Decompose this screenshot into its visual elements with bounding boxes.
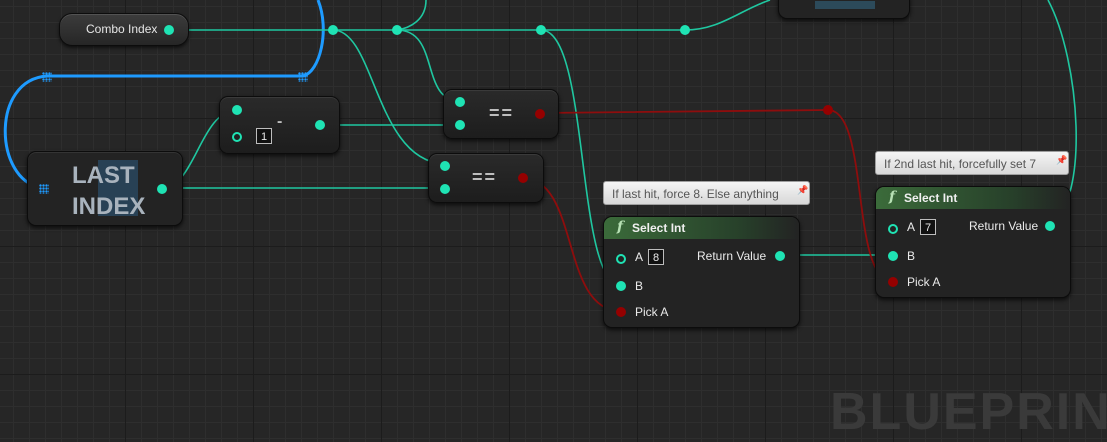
reroute-knot-bool xyxy=(823,105,833,115)
select-int-2-pin-b[interactable] xyxy=(888,251,898,261)
select-int-node-1[interactable]: f Select Int A 8 Return Value B Pick A xyxy=(603,216,800,328)
select-int-2-return-label: Return Value xyxy=(969,219,1039,233)
select-int-1-comment-text: If last hit, force 8. Else anything xyxy=(612,187,779,201)
select-int-1-pick-a-pin[interactable] xyxy=(616,307,626,317)
select-int-2-pick-a-pin[interactable] xyxy=(888,277,898,287)
reroute-knot-2 xyxy=(392,25,402,35)
select-int-1-pin-a-value[interactable]: 8 xyxy=(648,249,664,265)
select-int-1-pin-b[interactable] xyxy=(616,281,626,291)
select-int-1-pin-a[interactable] xyxy=(616,254,626,264)
equal1-input-b-pin[interactable] xyxy=(455,120,465,130)
select-int-2-title: Select Int xyxy=(904,191,958,205)
last-index-output-pin[interactable] xyxy=(157,184,167,194)
equal2-output-pin[interactable] xyxy=(518,173,528,183)
last-index-exec-icon xyxy=(39,184,49,194)
select-int-1-comment[interactable]: If last hit, force 8. Else anything 📌 xyxy=(603,181,810,205)
select-int-node-2[interactable]: f Select Int A 7 Return Value B Pick A xyxy=(875,186,1071,298)
select-int-1-pin-b-label: B xyxy=(635,279,644,293)
equal-node-2[interactable]: == xyxy=(428,153,544,203)
subtract-node[interactable]: 1 - xyxy=(219,96,340,154)
combo-index-label: Combo Index xyxy=(86,22,158,36)
equal2-operator: == xyxy=(472,167,498,187)
select-int-2-header: f Select Int xyxy=(876,187,1070,209)
equal-node-1[interactable]: == xyxy=(443,89,559,139)
wire-combo-eq2 xyxy=(332,29,445,165)
subtract-input-b-pin[interactable] xyxy=(232,132,242,142)
select-int-1-title: Select Int xyxy=(632,221,686,235)
select-int-2-pick-a-label: Pick A xyxy=(907,275,941,289)
select-int-2-pin-b-label: B xyxy=(907,249,916,263)
equal2-input-a-pin[interactable] xyxy=(440,161,450,171)
select-int-2-comment-text: If 2nd last hit, forcefully set 7 xyxy=(884,157,1037,171)
subtract-input-a-pin[interactable] xyxy=(232,105,242,115)
blueprint-watermark: BLUEPRINT xyxy=(830,383,1107,441)
reroute-knot-4 xyxy=(680,25,690,35)
comment-pin-icon[interactable]: 📌 xyxy=(1056,155,1067,165)
subtract-b-value[interactable]: 1 xyxy=(256,128,272,144)
select-int-1-header: f Select Int xyxy=(604,217,799,239)
reroute-knot-1 xyxy=(328,25,338,35)
comment-pin-icon[interactable]: 📌 xyxy=(797,185,808,195)
blueprint-graph-canvas[interactable]: Combo Index LAST INDEX 1 - == == If last… xyxy=(0,0,1107,441)
last-index-node[interactable]: LAST INDEX xyxy=(27,151,183,226)
select-int-2-return-pin[interactable] xyxy=(1045,221,1055,231)
select-int-2-pin-a-label: A xyxy=(907,220,916,234)
subtract-output-pin[interactable] xyxy=(315,120,325,130)
equal2-input-b-pin[interactable] xyxy=(440,184,450,194)
select-int-2-pin-a-value[interactable]: 7 xyxy=(920,219,936,235)
equal1-input-a-pin[interactable] xyxy=(455,97,465,107)
select-int-2-comment[interactable]: If 2nd last hit, forcefully set 7 📌 xyxy=(875,151,1069,175)
last-index-label: LAST INDEX xyxy=(72,160,146,222)
exec-reroute-right-icon xyxy=(298,72,308,82)
last-index-label-line2: INDEX xyxy=(72,193,146,220)
subtract-operator: - xyxy=(277,113,285,130)
select-int-1-pick-a-label: Pick A xyxy=(635,305,669,319)
offscreen-node-top-right[interactable] xyxy=(778,0,910,19)
select-int-1-return-pin[interactable] xyxy=(775,251,785,261)
equal1-operator: == xyxy=(489,103,515,123)
function-icon: f xyxy=(617,219,624,235)
exec-reroute-left-icon xyxy=(42,72,52,82)
reroute-knot-3 xyxy=(536,25,546,35)
wire-combo-main xyxy=(168,0,771,31)
select-int-1-return-label: Return Value xyxy=(697,249,767,263)
last-index-label-line1: LAST xyxy=(72,162,135,189)
equal1-output-pin[interactable] xyxy=(535,109,545,119)
combo-index-variable-node[interactable]: Combo Index xyxy=(59,13,189,46)
select-int-2-pin-a[interactable] xyxy=(888,224,898,234)
select-int-1-pin-a-label: A xyxy=(635,250,644,264)
function-icon: f xyxy=(889,189,896,205)
offscreen-node-content xyxy=(815,1,875,9)
combo-index-output-pin[interactable] xyxy=(164,25,174,35)
wire-combo-top xyxy=(396,0,427,31)
